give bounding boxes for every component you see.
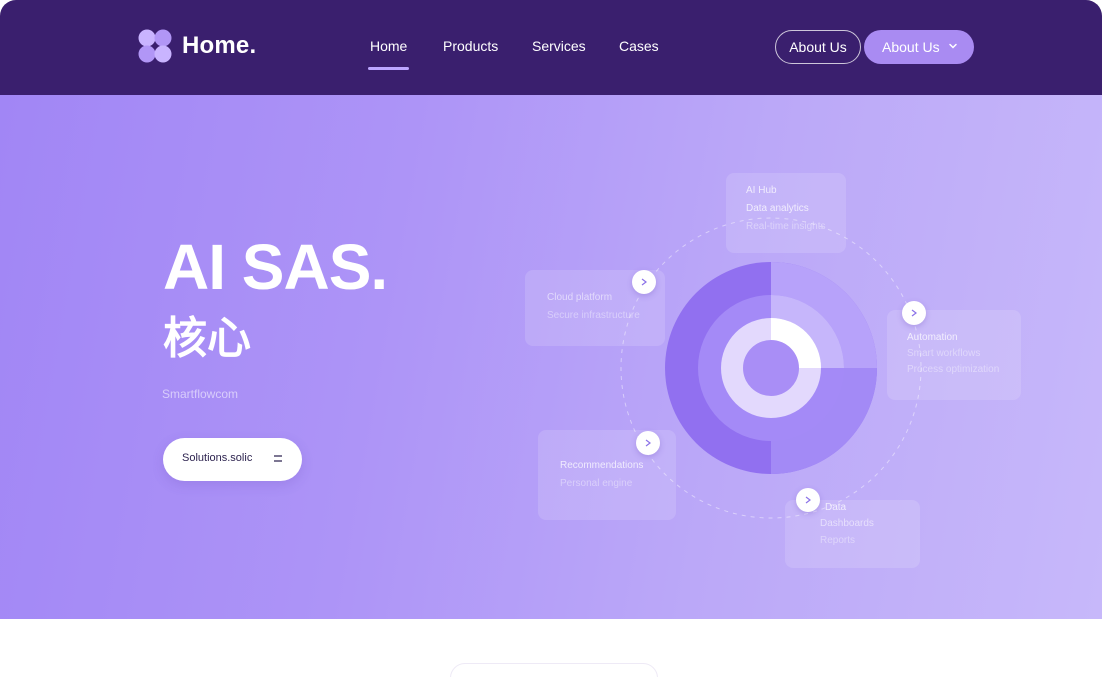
card-line: Secure infrastructure	[547, 310, 640, 321]
content-section	[0, 619, 1102, 677]
card-line: Data	[825, 502, 847, 513]
top-navbar: Home. Home Products Services Cases About…	[0, 0, 1102, 95]
node-dot[interactable]	[632, 270, 656, 294]
arrow-right-icon	[645, 439, 651, 447]
hero-subtitle: 核心	[163, 314, 251, 363]
section-pill[interactable]	[450, 663, 658, 677]
card-line: Real-time insights	[746, 221, 826, 232]
app-window: Home. Home Products Services Cases About…	[0, 0, 1102, 677]
brand-logo[interactable]: Home.	[137, 28, 267, 68]
info-card-right: Automation Smart workflows Process optim…	[887, 310, 1021, 400]
arrow-right-icon	[805, 496, 811, 504]
menu-lines-icon	[274, 455, 282, 462]
info-card-top: AI Hub Data analytics Real-time insights	[726, 173, 846, 253]
arrow-right-icon	[911, 309, 917, 317]
node-dot[interactable]	[902, 301, 926, 325]
chevron-down-icon	[949, 43, 957, 49]
card-line: AI Hub	[746, 185, 777, 196]
about-us-button-label: About Us	[789, 39, 847, 55]
node-dot[interactable]	[796, 488, 820, 512]
card-line: Recommendations	[560, 460, 644, 471]
hero-caption: Smartflowcom	[162, 387, 239, 401]
nav-link-home[interactable]: Home	[367, 38, 410, 70]
logo-flower-icon	[138, 29, 172, 63]
card-line: Process optimization	[907, 364, 1000, 375]
card-line: Automation	[907, 332, 958, 343]
hero-title: AI SAS.	[163, 231, 388, 303]
about-us-dropdown-button[interactable]: About Us	[864, 30, 974, 64]
brand-name: Home.	[182, 32, 257, 59]
hero-visualization: AI Hub Data analytics Real-time insights…	[520, 170, 1030, 580]
arrow-right-icon	[641, 278, 647, 286]
nav-link-products[interactable]: Products	[443, 38, 498, 54]
node-dot[interactable]	[636, 431, 660, 455]
about-us-dropdown-label: About Us	[882, 39, 940, 55]
card-line: Reports	[820, 535, 856, 546]
cta-button-label: Solutions.solic	[182, 452, 253, 464]
nav-link-services[interactable]: Services	[532, 38, 586, 54]
hero-section: AI SAS. 核心 Smartflowcom Solutions.solic	[0, 95, 1102, 619]
card-line: Cloud platform	[547, 292, 613, 303]
cta-button[interactable]: Solutions.solic	[163, 438, 302, 481]
nav-link-cases[interactable]: Cases	[619, 38, 659, 54]
card-line: Personal engine	[560, 478, 633, 489]
card-line: Dashboards	[820, 518, 874, 529]
card-line: Smart workflows	[907, 348, 981, 359]
card-line: Data analytics	[746, 203, 809, 214]
about-us-button[interactable]: About Us	[775, 30, 861, 64]
